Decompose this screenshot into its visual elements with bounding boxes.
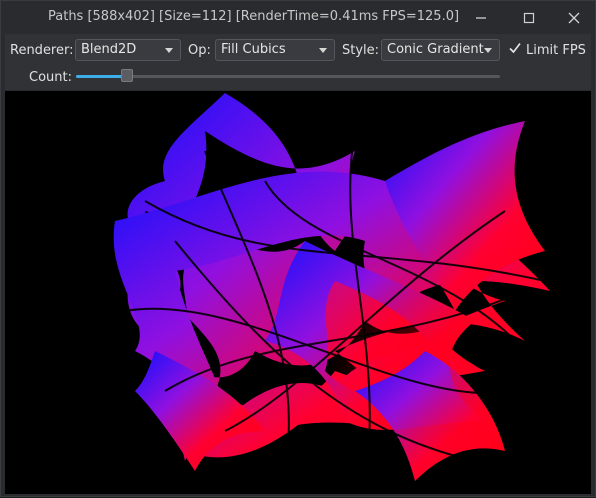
style-select[interactable]: Conic Gradient — [381, 39, 500, 61]
limit-fps-checkbox[interactable] — [508, 41, 522, 55]
checkmark-icon — [509, 43, 521, 54]
op-select[interactable]: Fill Cubics — [215, 39, 335, 61]
style-label: Style: — [342, 43, 380, 58]
count-label: Count: — [29, 70, 72, 85]
close-button[interactable] — [560, 5, 588, 31]
maximize-button[interactable] — [515, 5, 543, 31]
paths-rendering — [113, 93, 550, 482]
limit-fps-label[interactable]: Limit FPS — [526, 43, 586, 58]
render-canvas[interactable] — [5, 91, 591, 494]
op-label: Op: — [188, 43, 211, 58]
minimize-button[interactable] — [467, 5, 495, 31]
chevron-down-icon — [319, 48, 327, 53]
renderer-value: Blend2D — [81, 42, 137, 57]
count-slider-fill — [76, 75, 127, 78]
title-bar[interactable]: Paths [588x402] [Size=112] [RenderTime=0… — [1, 1, 595, 34]
app-window: Paths [588x402] [Size=112] [RenderTime=0… — [0, 0, 596, 497]
renderer-label: Renderer: — [10, 43, 74, 58]
window-title: Paths [588x402] [Size=112] [RenderTime=0… — [48, 9, 460, 24]
count-slider-track[interactable] — [76, 75, 500, 78]
style-value: Conic Gradient — [387, 42, 484, 57]
maximize-icon — [523, 12, 535, 24]
toolbar: Renderer: Blend2D Op: Fill Cubics Style:… — [5, 34, 591, 90]
renderer-select[interactable]: Blend2D — [75, 39, 181, 61]
count-slider-handle[interactable] — [121, 69, 133, 82]
minimize-icon — [476, 17, 486, 19]
chevron-down-icon — [484, 48, 492, 53]
chevron-down-icon — [165, 48, 173, 53]
close-icon — [568, 12, 580, 24]
op-value: Fill Cubics — [221, 42, 286, 57]
